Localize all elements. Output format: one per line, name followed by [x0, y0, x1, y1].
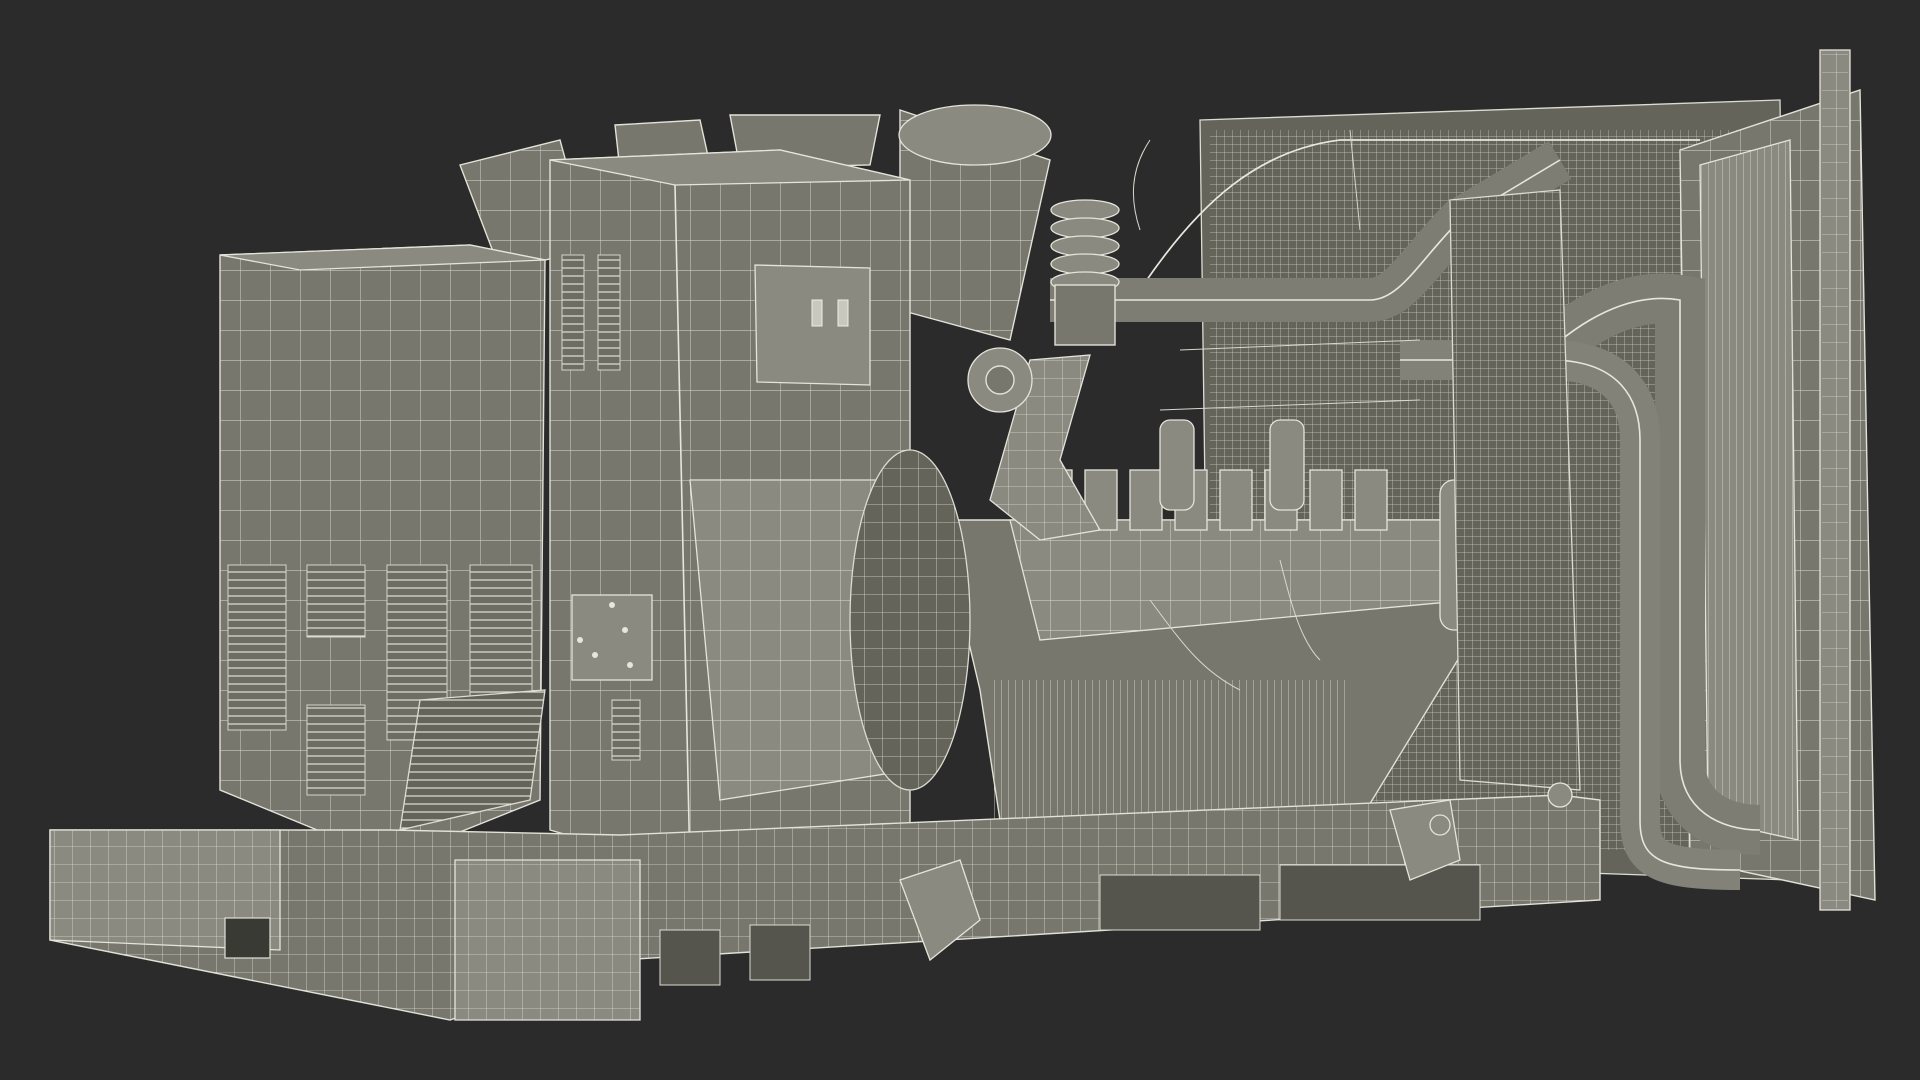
- alternator-housing: [219, 244, 546, 861]
- crank-pulley: [1050, 199, 1120, 346]
- generator-wireframe-render: [49, 49, 1876, 1021]
- control-cabinet: [549, 149, 911, 871]
